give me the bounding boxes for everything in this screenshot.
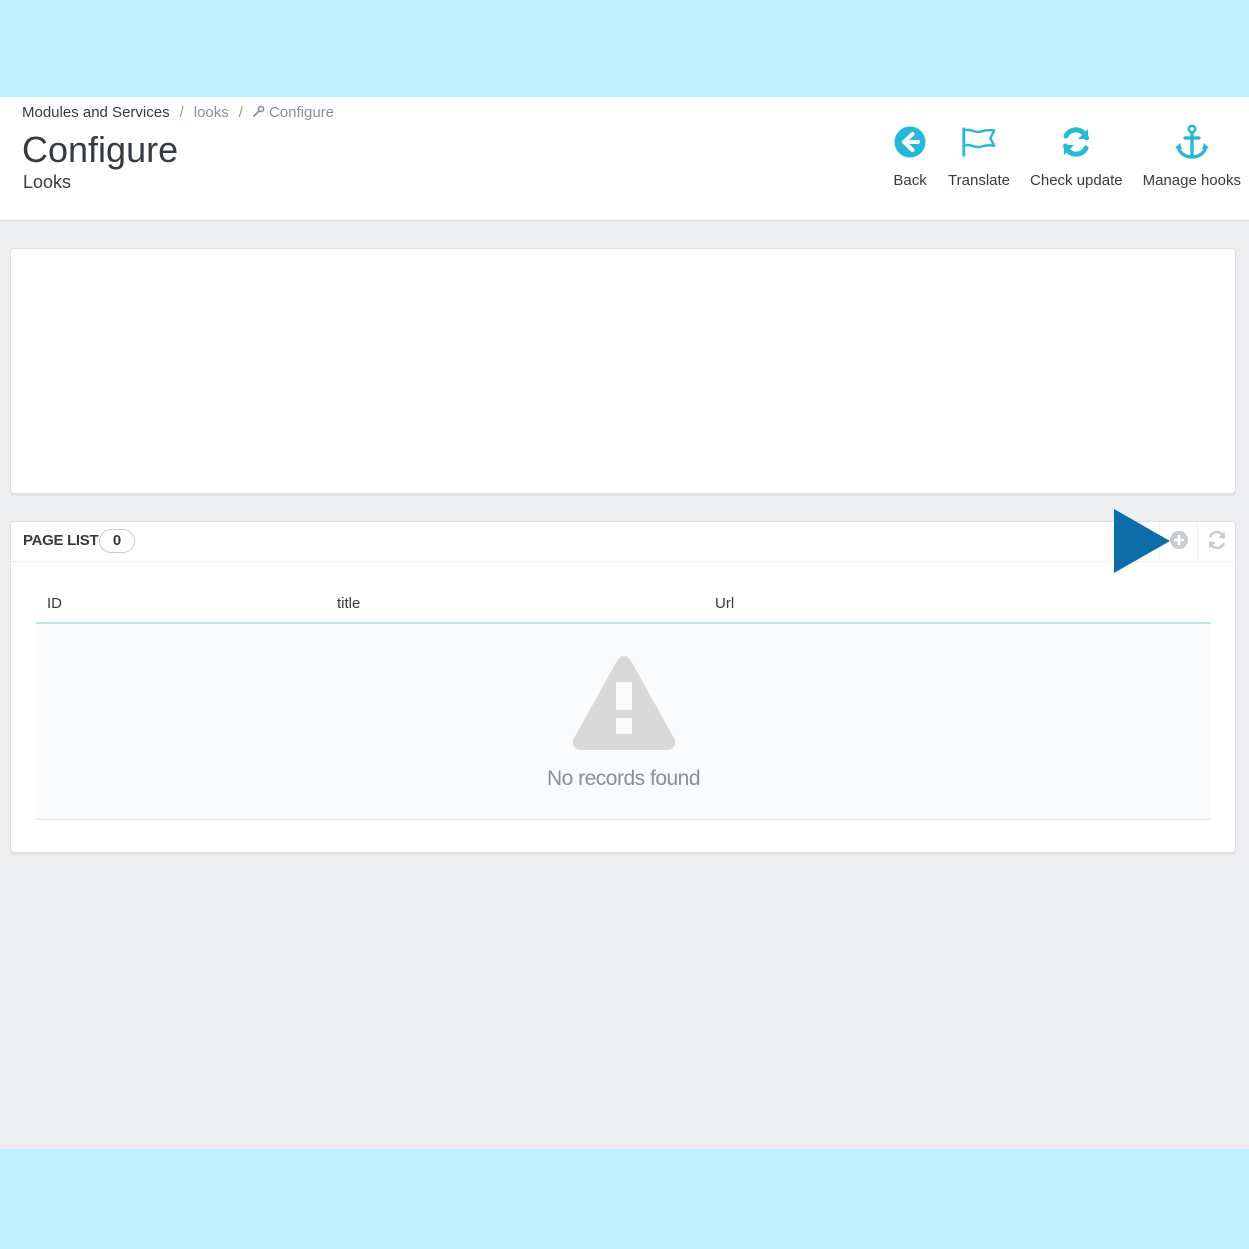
column-header-title[interactable]: title xyxy=(337,595,360,612)
breadcrumb-separator: / xyxy=(179,104,184,121)
manage-hooks-label: Manage hooks xyxy=(1142,172,1241,189)
anchor-icon xyxy=(1174,124,1210,160)
page-title: Configure xyxy=(22,129,179,170)
breadcrumb-configure: Configure xyxy=(268,104,334,121)
plus-circle-icon xyxy=(1169,530,1189,555)
column-header-id[interactable]: ID xyxy=(47,595,62,612)
empty-panel xyxy=(10,248,1236,494)
translate-label: Translate xyxy=(948,172,1011,189)
column-header-url[interactable]: Url xyxy=(715,595,734,612)
page-list-table: ID title Url No records found xyxy=(36,584,1211,820)
warning-icon xyxy=(570,652,678,757)
back-label: Back xyxy=(893,172,927,189)
pointer-arrow-annotation xyxy=(1114,509,1170,573)
empty-message: No records found xyxy=(546,767,701,790)
page-list-panel: PAGE LIST 0 ID title Url No records foun… xyxy=(10,521,1236,853)
admin-frame: Modules and Services / looks / Configure… xyxy=(0,97,1249,1149)
manage-hooks-button[interactable]: Manage hooks xyxy=(1143,124,1241,189)
refresh-list-button[interactable] xyxy=(1197,522,1235,562)
table-header: ID title Url xyxy=(36,584,1211,624)
check-update-button[interactable]: Check update xyxy=(1030,124,1123,189)
back-button[interactable]: Back xyxy=(892,124,928,189)
refresh-icon xyxy=(1206,529,1228,556)
flag-icon xyxy=(961,124,997,160)
empty-state: No records found xyxy=(36,624,1211,820)
breadcrumb: Modules and Services / looks / Configure xyxy=(22,104,334,121)
panel-actions xyxy=(1159,522,1235,562)
panel-title: PAGE LIST xyxy=(23,532,99,549)
panel-heading: PAGE LIST 0 xyxy=(11,522,1235,562)
arrow-left-circle-icon xyxy=(892,124,928,160)
refresh-icon xyxy=(1058,124,1094,160)
count-badge: 0 xyxy=(99,529,135,553)
page-header: Modules and Services / looks / Configure… xyxy=(0,97,1249,221)
translate-button[interactable]: Translate xyxy=(948,124,1010,189)
toolbar: Back Translate Check update Manage hooks xyxy=(872,124,1241,189)
page-subtitle: Looks xyxy=(23,172,72,192)
breadcrumb-separator: / xyxy=(238,104,243,121)
check-update-label: Check update xyxy=(1030,172,1123,189)
wrench-icon xyxy=(253,105,265,120)
breadcrumb-looks-link[interactable]: looks xyxy=(194,104,229,121)
breadcrumb-modules-link[interactable]: Modules and Services xyxy=(22,104,170,121)
